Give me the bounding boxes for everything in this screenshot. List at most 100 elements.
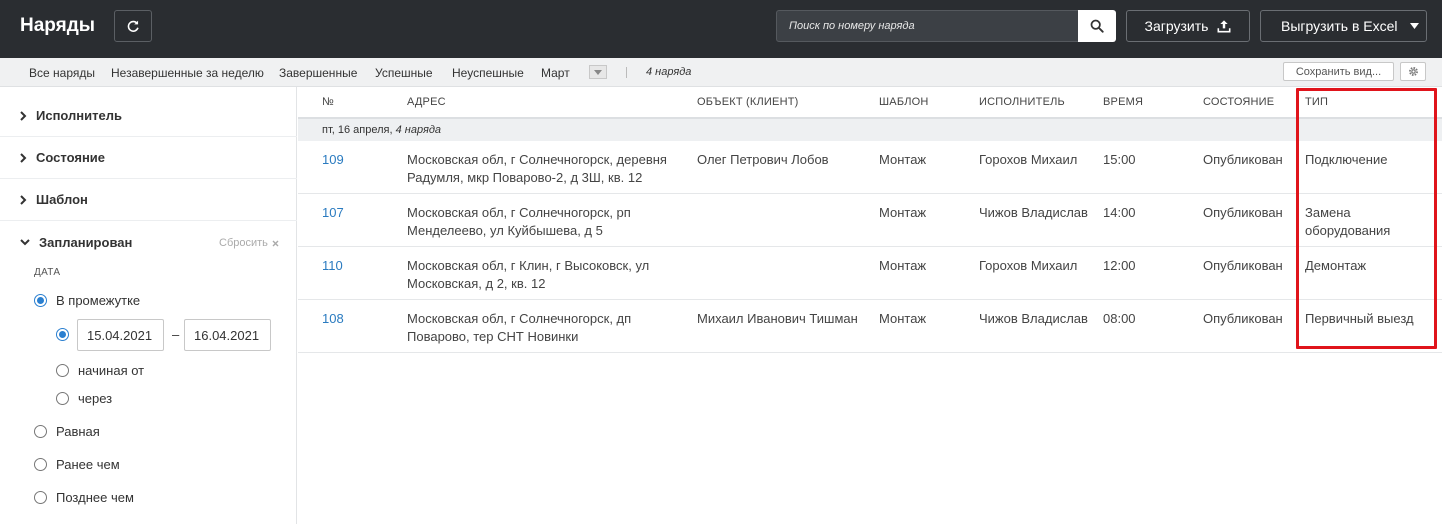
radio-through-label: через bbox=[78, 391, 113, 406]
column-header-client[interactable]: ОБЪЕКТ (КЛИЕНТ) bbox=[697, 96, 799, 108]
cell-client: Михаил Иванович Тишман bbox=[697, 311, 858, 326]
cell-address: Московская обл, г Солнечногорск, деревня… bbox=[407, 152, 667, 185]
date-from-input[interactable] bbox=[77, 319, 164, 351]
refresh-button[interactable] bbox=[114, 10, 152, 42]
radio-dot bbox=[34, 491, 47, 504]
radio-equal[interactable]: Равная bbox=[34, 424, 100, 439]
cell-type: Подключение bbox=[1305, 152, 1388, 167]
cell-executor: Чижов Владислав bbox=[979, 205, 1088, 220]
divider bbox=[0, 136, 297, 137]
cell-status: Опубликован bbox=[1203, 311, 1283, 326]
filter-tab-incomplete-week[interactable]: Незавершенные за неделю bbox=[111, 66, 264, 80]
radio-through[interactable]: через bbox=[56, 391, 112, 406]
caret-down-icon bbox=[1409, 23, 1419, 29]
reset-button[interactable]: Сбросить bbox=[219, 237, 279, 249]
cell-template: Монтаж bbox=[879, 205, 927, 220]
cell-time: 15:00 bbox=[1103, 152, 1136, 167]
date-group-header: пт, 16 апреля, 4 наряда bbox=[298, 119, 1442, 141]
order-number-link[interactable]: 110 bbox=[322, 257, 343, 275]
orders-count: 4 наряда bbox=[646, 66, 692, 78]
page-title: Наряды bbox=[20, 15, 96, 36]
radio-dot bbox=[34, 425, 47, 438]
cell-address: Московская обл, г Солнечногорск, рп Менд… bbox=[407, 205, 631, 238]
radio-before-label: Ранее чем bbox=[56, 457, 120, 472]
cell-status: Опубликован bbox=[1203, 152, 1283, 167]
radio-starting-from[interactable]: начиная от bbox=[56, 363, 144, 378]
radio-range-dates[interactable] bbox=[56, 328, 69, 341]
cell-time: 12:00 bbox=[1103, 258, 1136, 273]
cell-address: Московская обл, г Солнечногорск, дп Пова… bbox=[407, 311, 632, 344]
cell-type: Первичный выезд bbox=[1305, 311, 1414, 326]
upload-icon bbox=[1217, 20, 1231, 33]
table-row[interactable]: 110 Московская обл, г Клин, г Высоковск,… bbox=[298, 247, 1442, 300]
table-row[interactable]: 109 Московская обл, г Солнечногорск, дер… bbox=[298, 141, 1442, 194]
filter-tab-successful[interactable]: Успешные bbox=[375, 66, 433, 80]
upload-button[interactable]: Загрузить bbox=[1126, 10, 1250, 42]
divider bbox=[0, 220, 297, 221]
reset-label: Сбросить bbox=[219, 237, 268, 249]
cell-type: Демонтаж bbox=[1305, 258, 1367, 273]
radio-range[interactable]: В промежутке bbox=[34, 293, 140, 308]
radio-dot bbox=[34, 458, 47, 471]
filter-bar: Все наряды Незавершенные за неделю Завер… bbox=[0, 58, 1442, 87]
radio-after-label: Позднее чем bbox=[56, 490, 134, 505]
export-excel-button[interactable]: Выгрузить в Excel bbox=[1260, 10, 1427, 42]
top-bar: Наряды Загрузить Выгрузить в Excel bbox=[0, 0, 1442, 58]
section-status[interactable]: Состояние bbox=[20, 150, 105, 165]
cell-template: Монтаж bbox=[879, 311, 927, 326]
section-template-label: Шаблон bbox=[36, 192, 88, 207]
radio-after[interactable]: Позднее чем bbox=[34, 490, 134, 505]
filter-tab-completed[interactable]: Завершенные bbox=[279, 66, 357, 80]
filter-tab-all[interactable]: Все наряды bbox=[29, 66, 95, 80]
chevron-right-icon bbox=[20, 110, 27, 121]
save-view-button[interactable]: Сохранить вид... bbox=[1283, 62, 1394, 81]
close-small-icon bbox=[272, 240, 279, 246]
column-header-time[interactable]: ВРЕМЯ bbox=[1103, 96, 1143, 108]
radio-dot bbox=[56, 392, 69, 405]
date-range-dash: – bbox=[172, 327, 180, 342]
date-label: ДАТА bbox=[34, 267, 61, 278]
search-button[interactable] bbox=[1078, 10, 1116, 42]
divider bbox=[0, 178, 297, 179]
section-executor[interactable]: Исполнитель bbox=[20, 108, 122, 123]
radio-range-label: В промежутке bbox=[56, 293, 141, 308]
cell-executor: Горохов Михаил bbox=[979, 258, 1078, 273]
cell-client: Олег Петрович Лобов bbox=[697, 152, 829, 167]
column-header-status[interactable]: СОСТОЯНИЕ bbox=[1203, 96, 1274, 108]
column-header-type[interactable]: ТИП bbox=[1305, 96, 1328, 108]
table-row[interactable]: 108 Московская обл, г Солнечногорск, дп … bbox=[298, 300, 1442, 353]
order-number-link[interactable]: 107 bbox=[322, 204, 344, 222]
radio-dot bbox=[56, 364, 69, 377]
cell-time: 14:00 bbox=[1103, 205, 1136, 220]
more-filters-dropdown[interactable] bbox=[589, 65, 607, 79]
date-to-input[interactable] bbox=[184, 319, 271, 351]
group-count: 4 наряда bbox=[395, 124, 442, 136]
column-header-address[interactable]: АДРЕС bbox=[407, 96, 446, 108]
refresh-icon bbox=[127, 20, 139, 32]
cell-type: Замена оборудования bbox=[1305, 205, 1391, 238]
section-status-label: Состояние bbox=[36, 150, 106, 165]
cell-status: Опубликован bbox=[1203, 205, 1283, 220]
radio-starting-from-label: начиная от bbox=[78, 363, 145, 378]
filter-tab-unsuccessful[interactable]: Неуспешные bbox=[452, 66, 524, 80]
cell-template: Монтаж bbox=[879, 258, 927, 273]
filter-tab-march[interactable]: Март bbox=[541, 66, 570, 80]
cell-address: Московская обл, г Клин, г Высоковск, ул … bbox=[407, 258, 650, 291]
section-template[interactable]: Шаблон bbox=[20, 192, 88, 207]
gear-icon bbox=[1408, 67, 1418, 76]
chevron-right-icon bbox=[20, 194, 27, 205]
search-icon bbox=[1090, 19, 1104, 33]
radio-before[interactable]: Ранее чем bbox=[34, 457, 120, 472]
table-row[interactable]: 107 Московская обл, г Солнечногорск, рп … bbox=[298, 194, 1442, 247]
column-header-number[interactable]: № bbox=[322, 96, 334, 108]
chevron-down-icon bbox=[20, 239, 30, 246]
chevron-right-icon bbox=[20, 152, 27, 163]
order-number-link[interactable]: 108 bbox=[322, 310, 344, 328]
order-number-link[interactable]: 109 bbox=[322, 151, 344, 169]
radio-equal-label: Равная bbox=[56, 424, 100, 439]
settings-button[interactable] bbox=[1400, 62, 1426, 81]
column-header-executor[interactable]: ИСПОЛНИТЕЛЬ bbox=[979, 96, 1065, 108]
search-input[interactable] bbox=[776, 10, 1079, 42]
section-scheduled[interactable]: Запланирован bbox=[20, 235, 132, 250]
column-header-template[interactable]: ШАБЛОН bbox=[879, 96, 929, 108]
